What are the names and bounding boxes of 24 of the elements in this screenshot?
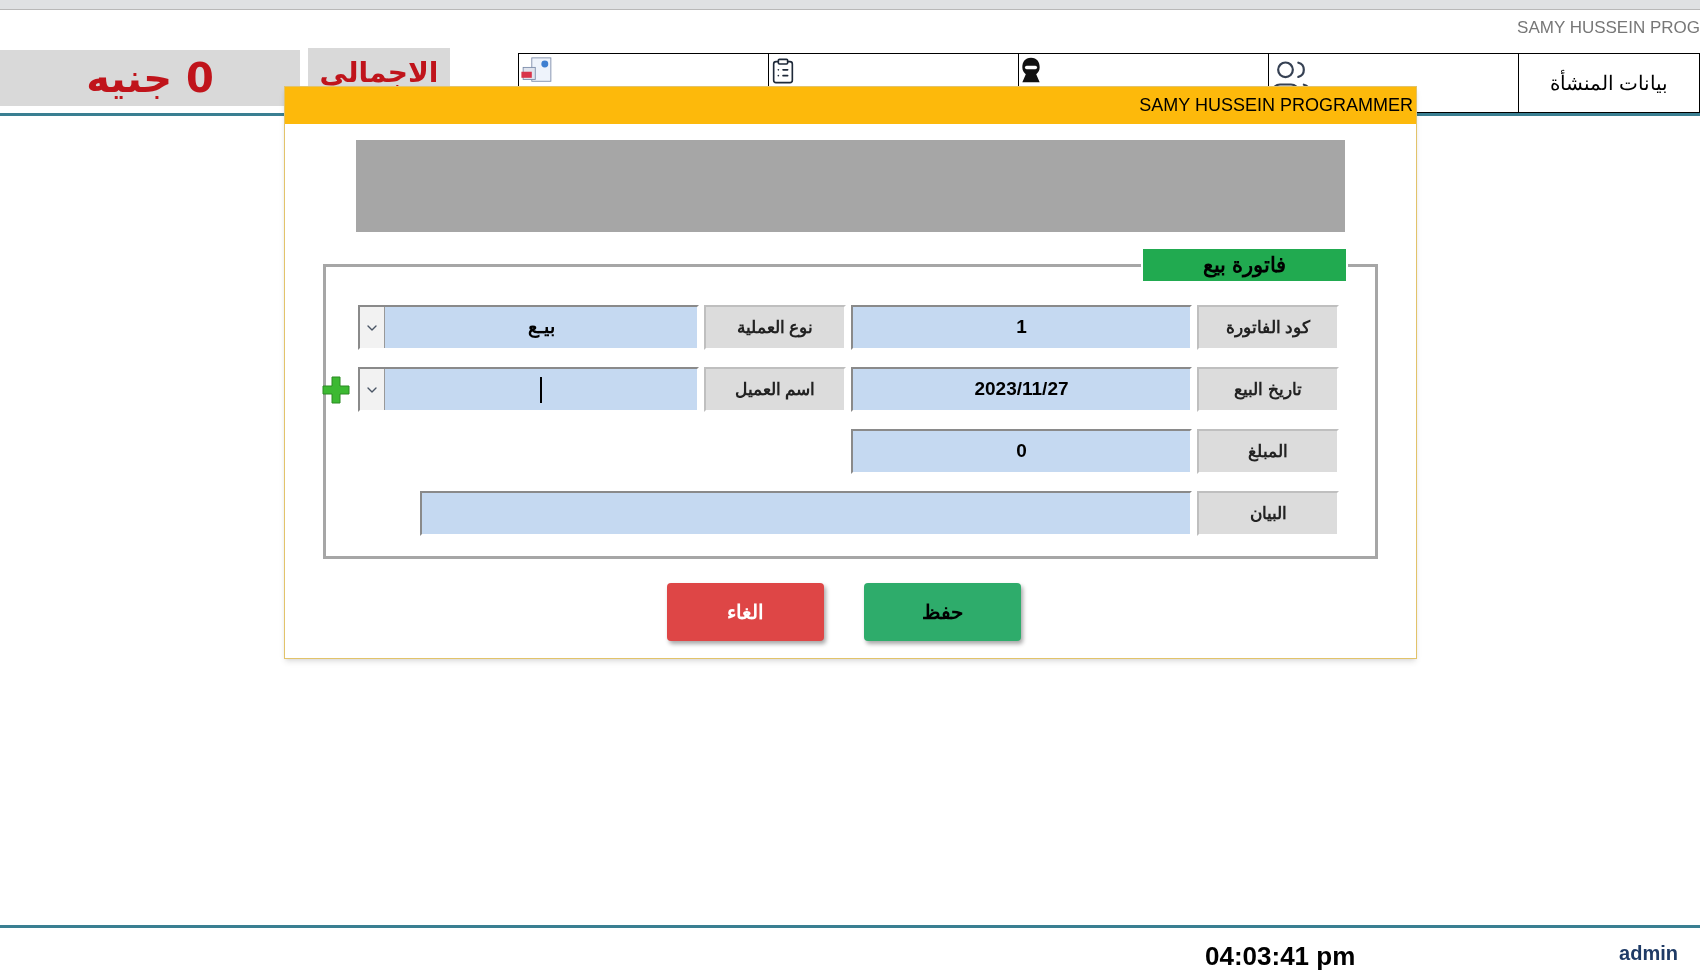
field-label: البيان: [1197, 491, 1339, 536]
field-label: المبلغ: [1197, 429, 1339, 474]
dialog-title: SAMY HUSSEIN PROGRAMMER: [1139, 94, 1413, 117]
field-label: نوع العملية: [704, 305, 846, 350]
field-label: اسم العميل: [704, 367, 846, 412]
field-label: كود الفاتورة: [1197, 305, 1339, 350]
save-button[interactable]: حفظ: [863, 583, 1021, 641]
field-label: تاريخ البيع: [1197, 367, 1339, 412]
text-field[interactable]: 0: [851, 429, 1192, 474]
cancel-button[interactable]: الغاء: [666, 583, 824, 641]
nav-tab[interactable]: بيانات المنشأة: [1518, 53, 1700, 113]
text-field[interactable]: [420, 491, 1192, 536]
brand-text: SAMY HUSSEIN PROG: [1517, 17, 1700, 40]
total-value: 0 جنيه: [0, 50, 300, 106]
text-field[interactable]: 1: [851, 305, 1192, 350]
form-title: فاتورة بيع: [1141, 247, 1348, 283]
reports-icon: [519, 57, 555, 83]
hooded-figure-icon: [1019, 57, 1043, 83]
text-field[interactable]: 2023/11/27: [851, 367, 1192, 412]
clock-text: 04:03:41 pm: [1205, 939, 1356, 970]
combo-box[interactable]: [358, 367, 699, 412]
add-icon[interactable]: [322, 375, 350, 404]
combo-box[interactable]: بيـع: [358, 305, 699, 350]
user-name: admin: [1619, 941, 1678, 966]
